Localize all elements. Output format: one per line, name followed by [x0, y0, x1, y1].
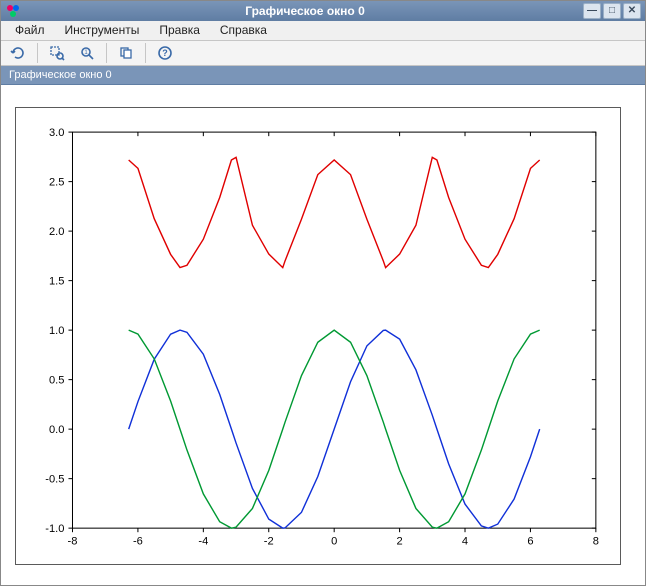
- svg-text:-1.0: -1.0: [45, 523, 64, 535]
- app-window: Графическое окно 0 ― □ ✕ Файл Инструмент…: [0, 0, 646, 586]
- svg-text:0: 0: [331, 535, 337, 547]
- close-button[interactable]: ✕: [623, 3, 641, 19]
- menu-help[interactable]: Справка: [212, 21, 275, 39]
- copy-icon[interactable]: [115, 42, 137, 64]
- titlebar: Графическое окно 0 ― □ ✕: [1, 1, 645, 21]
- svg-text:1.0: 1.0: [49, 325, 64, 337]
- svg-text:-0.5: -0.5: [45, 473, 64, 485]
- svg-text:2.5: 2.5: [49, 176, 64, 188]
- svg-text:-4: -4: [198, 535, 208, 547]
- svg-text:1.5: 1.5: [49, 275, 64, 287]
- svg-text:6: 6: [527, 535, 533, 547]
- toolbar-separator: [37, 43, 38, 63]
- subheader-label: Графическое окно 0: [9, 69, 112, 81]
- maximize-button[interactable]: □: [603, 3, 621, 19]
- svg-text:4: 4: [462, 535, 468, 547]
- svg-text:0.5: 0.5: [49, 374, 64, 386]
- menubar: Файл Инструменты Правка Справка: [1, 21, 645, 41]
- svg-text:2: 2: [397, 535, 403, 547]
- minimize-button[interactable]: ―: [583, 3, 601, 19]
- svg-text:0.0: 0.0: [49, 424, 64, 436]
- toolbar-separator: [145, 43, 146, 63]
- svg-text:3.0: 3.0: [49, 127, 64, 139]
- window-buttons: ― □ ✕: [583, 3, 641, 19]
- zoom-original-icon[interactable]: 1: [76, 42, 98, 64]
- content-area: -8 -6 -4 -2 0 2 4 6 8 -1.0 -0.5 0.0 0.5 1.0 1.5 2.0 2.5 3…: [1, 85, 645, 585]
- toolbar: 1 ?: [1, 41, 645, 66]
- help-icon[interactable]: ?: [154, 42, 176, 64]
- app-icon: [5, 3, 21, 19]
- rotate-icon[interactable]: [7, 42, 29, 64]
- chart: -8 -6 -4 -2 0 2 4 6 8 -1.0 -0.5 0.0 0.5 1.0 1.5 2.0 2.5 3…: [24, 122, 610, 556]
- svg-text:8: 8: [593, 535, 599, 547]
- zoom-area-icon[interactable]: [46, 42, 68, 64]
- svg-text:-2: -2: [264, 535, 274, 547]
- subheader: Графическое окно 0: [1, 66, 645, 84]
- menu-edit[interactable]: Правка: [151, 21, 208, 39]
- toolbar-separator: [106, 43, 107, 63]
- svg-text:?: ?: [162, 48, 168, 58]
- menu-tools[interactable]: Инструменты: [57, 21, 148, 39]
- chart-frame: -8 -6 -4 -2 0 2 4 6 8 -1.0 -0.5 0.0 0.5 1.0 1.5 2.0 2.5 3…: [15, 107, 621, 565]
- svg-text:-8: -8: [68, 535, 78, 547]
- menu-file[interactable]: Файл: [7, 21, 53, 39]
- svg-text:2.0: 2.0: [49, 226, 64, 238]
- svg-text:-6: -6: [133, 535, 143, 547]
- window-title: Графическое окно 0: [27, 4, 583, 18]
